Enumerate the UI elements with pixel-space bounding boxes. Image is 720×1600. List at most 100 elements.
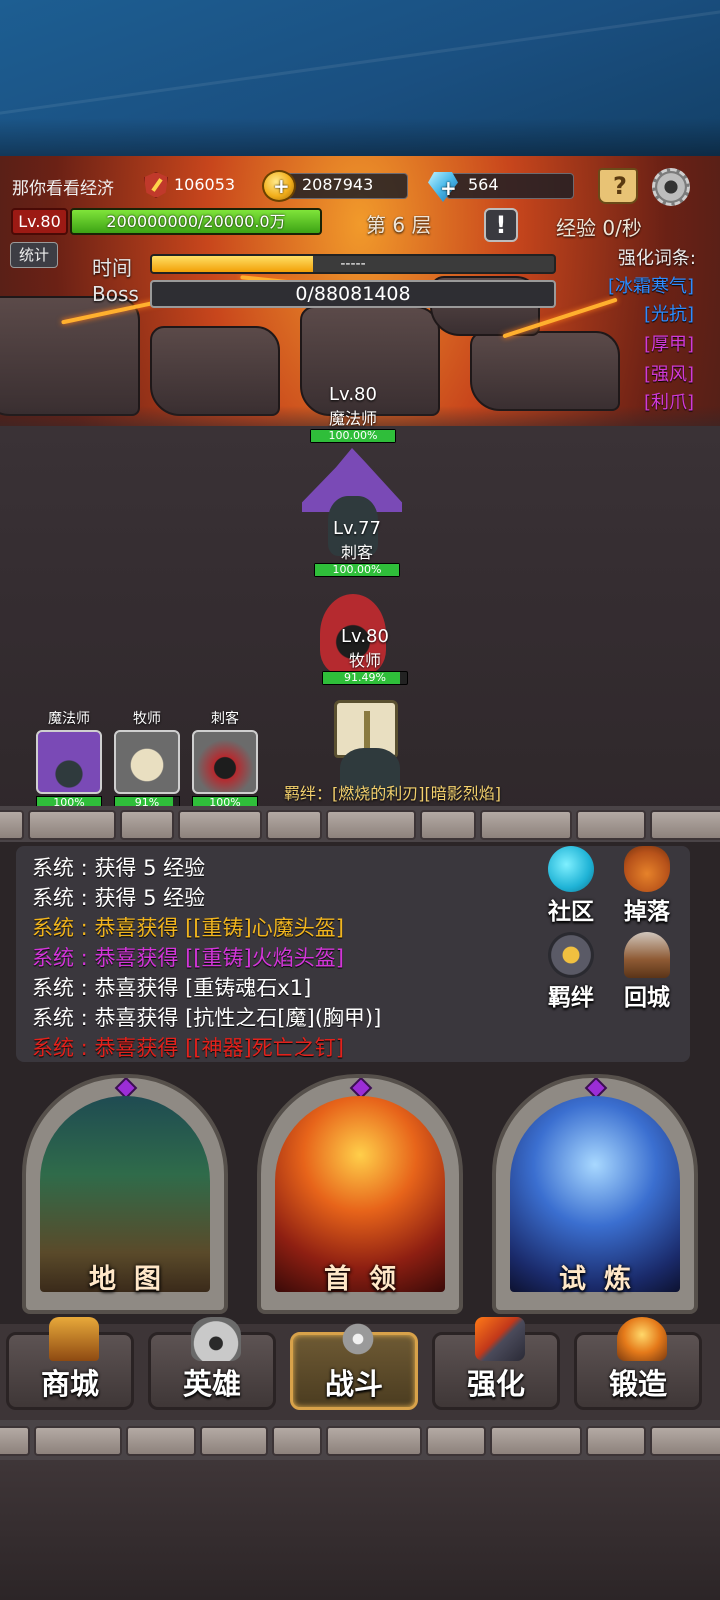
diamond-amount: 564 bbox=[468, 175, 499, 194]
log-text: 获得 5 经验 bbox=[94, 886, 206, 910]
top-banner bbox=[0, 0, 720, 156]
unit-wizard: Lv.80 魔法师 100.00% bbox=[308, 384, 398, 443]
community-label: 社区 bbox=[548, 899, 594, 925]
bonds-label: 羁绊 bbox=[548, 985, 594, 1011]
party-member-assassin[interactable]: 刺客 100% bbox=[190, 708, 260, 810]
buff-item: [冰霜寒气] bbox=[607, 276, 694, 297]
priest-portrait bbox=[114, 730, 180, 794]
unit-priest: Lv.80 牧师 91.49% bbox=[320, 626, 410, 685]
log-prefix: 系统 : bbox=[32, 1036, 95, 1060]
brick bbox=[120, 810, 174, 840]
chat-bubble-icon bbox=[548, 846, 594, 892]
nav-enhance[interactable]: 强化 bbox=[432, 1317, 560, 1410]
boss-hp-text: 0/88081408 bbox=[295, 283, 411, 305]
bonds-button[interactable]: 羁绊 bbox=[536, 932, 606, 1012]
unit-name: 刺客 bbox=[340, 543, 373, 562]
statistics-button[interactable]: 统计 bbox=[10, 242, 58, 268]
viking-helmet-icon bbox=[191, 1317, 241, 1361]
treasure-chest-icon bbox=[49, 1317, 99, 1361]
diamond-box bbox=[446, 173, 574, 199]
bond-text: 羁绊：[燃烧的利刃][暗影烈焰] bbox=[284, 784, 501, 803]
buff-item: [利爪] bbox=[643, 392, 694, 413]
unit-hp-bar: 100.00% bbox=[310, 429, 396, 443]
trial-card[interactable]: 试炼 bbox=[492, 1074, 698, 1314]
brick bbox=[650, 1426, 720, 1456]
brick bbox=[272, 1426, 322, 1456]
rock bbox=[0, 296, 140, 416]
nav-heroes-label: 英雄 bbox=[182, 1367, 241, 1401]
log-prefix: 系统 : bbox=[32, 946, 95, 970]
hp-text: 91.49% bbox=[344, 671, 386, 684]
brick bbox=[420, 810, 476, 840]
brick bbox=[576, 810, 646, 840]
log-line: 系统 : 获得 5 经验 bbox=[32, 882, 205, 912]
log-text: 获得 5 经验 bbox=[94, 856, 206, 880]
unit-level: Lv.80 bbox=[341, 626, 389, 647]
drops-button[interactable]: 掉落 bbox=[612, 846, 682, 926]
unit-name: 牧师 bbox=[348, 651, 381, 670]
loot-bag-icon bbox=[624, 846, 670, 892]
time-bar: ----- bbox=[150, 254, 556, 274]
exp-rate: 经验 0/秒 bbox=[556, 216, 642, 240]
add-diamond-icon[interactable]: + bbox=[440, 176, 457, 200]
buff-item: [厚甲] bbox=[643, 334, 694, 355]
brick bbox=[326, 1426, 422, 1456]
unit-name: 魔法师 bbox=[328, 409, 377, 428]
community-button[interactable]: 社区 bbox=[536, 846, 606, 926]
exp-text: 200000000/20000.0万 bbox=[106, 212, 286, 231]
log-prefix: 系统 : bbox=[32, 976, 95, 1000]
log-line: 系统 : 恭喜获得 [[重铸]心魔头盔] bbox=[32, 912, 344, 942]
party-member-wizard[interactable]: 魔法师 100% bbox=[34, 708, 104, 810]
brick bbox=[34, 1426, 122, 1456]
boss-label: Boss bbox=[92, 282, 139, 306]
crossed-swords-icon bbox=[333, 1317, 383, 1361]
brick bbox=[266, 810, 322, 840]
party-name: 牧师 bbox=[133, 711, 161, 727]
brick bbox=[200, 1426, 268, 1456]
party-name: 魔法师 bbox=[48, 711, 90, 727]
brick bbox=[178, 810, 262, 840]
log-line: 系统 : 获得 5 经验 bbox=[32, 852, 205, 882]
gear-icon[interactable] bbox=[652, 168, 690, 206]
trial-label: 试炼 bbox=[559, 1264, 649, 1295]
gold-amount: 2087943 bbox=[302, 175, 374, 194]
floor-label: 第 6 层 bbox=[366, 213, 432, 237]
log-text: 恭喜获得 [重铸魂石x1] bbox=[94, 976, 312, 1000]
log-prefix: 系统 : bbox=[32, 1006, 95, 1030]
game-screen: 那你看看经济 106053 + 2087943 + 564 ? Lv.80 20… bbox=[0, 156, 720, 1600]
log-text: 恭喜获得 [[重铸]火焰头盔] bbox=[94, 946, 344, 970]
boss-card[interactable]: 首领 bbox=[257, 1074, 463, 1314]
brick bbox=[0, 1426, 30, 1456]
return-city-button[interactable]: 回城 bbox=[612, 932, 682, 1012]
alert-button[interactable]: ! bbox=[484, 208, 518, 242]
boss-label-card: 首领 bbox=[324, 1264, 414, 1295]
player-exp-bar: 200000000/20000.0万 bbox=[70, 208, 322, 235]
gold-coin-icon[interactable]: + bbox=[262, 170, 296, 202]
wizard-portrait bbox=[36, 730, 102, 794]
buff-item: [光抗] bbox=[643, 304, 694, 325]
unit-hp-bar: 100.00% bbox=[314, 563, 400, 577]
nav-forge[interactable]: 锻造 bbox=[574, 1317, 702, 1410]
nav-battle-label: 战斗 bbox=[324, 1367, 383, 1401]
nav-shop-label: 商城 bbox=[40, 1367, 99, 1401]
nav-battle[interactable]: 战斗 bbox=[290, 1317, 418, 1410]
nav-heroes[interactable]: 英雄 bbox=[148, 1317, 276, 1410]
brick bbox=[586, 1426, 646, 1456]
log-prefix: 系统 : bbox=[32, 916, 95, 940]
log-line: 系统 : 恭喜获得 [重铸魂石x1] bbox=[32, 972, 311, 1002]
rock bbox=[150, 326, 280, 416]
bottom-background bbox=[0, 1460, 720, 1600]
combat-power: 106053 bbox=[174, 175, 236, 194]
log-line: 系统 : 恭喜获得 [[重铸]火焰头盔] bbox=[32, 942, 344, 972]
rock bbox=[470, 331, 620, 411]
nav-shop[interactable]: 商城 bbox=[6, 1317, 134, 1410]
player-level-badge: Lv.80 bbox=[11, 208, 68, 235]
player-name: 那你看看经济 bbox=[12, 179, 114, 199]
city-gate-icon bbox=[624, 932, 670, 978]
bond-emblem-icon bbox=[548, 932, 594, 978]
map-card[interactable]: 地图 bbox=[22, 1074, 228, 1314]
party-member-priest[interactable]: 牧师 91% bbox=[112, 708, 182, 810]
log-text: 恭喜获得 [抗性之石[魔](胸甲)] bbox=[94, 1006, 382, 1030]
help-book-icon[interactable]: ? bbox=[598, 168, 638, 204]
map-label: 地图 bbox=[89, 1264, 179, 1295]
